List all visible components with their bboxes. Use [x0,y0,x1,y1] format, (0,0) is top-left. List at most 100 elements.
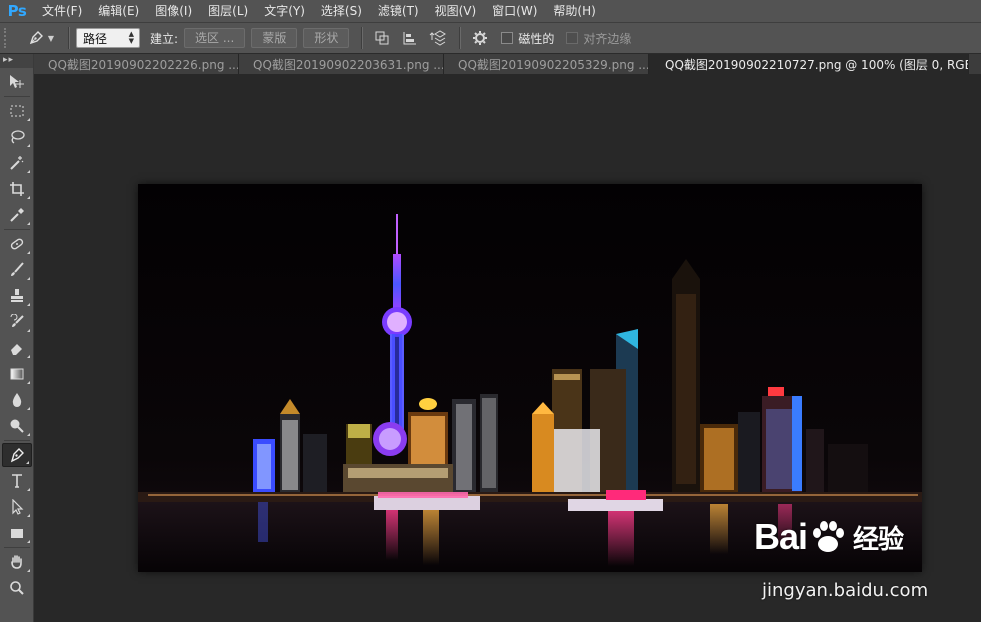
crop-tool[interactable] [2,177,32,201]
make-shape-button[interactable]: 形状 [303,28,350,48]
submenu-indicator [26,407,30,410]
history-brush-tool[interactable] [2,310,32,334]
gradient-tool[interactable] [2,362,32,386]
marquee-tool[interactable] [2,99,32,123]
submenu-indicator [26,381,30,384]
submenu-indicator [26,170,30,173]
tab-title: QQ截图20190902205329.png ... [458,57,649,72]
magic-wand-tool[interactable] [2,151,32,175]
marquee-icon [10,105,23,117]
collapse-panel-button[interactable]: ▸▸ [0,54,33,68]
menu-bar: Ps 文件(F) 编辑(E) 图像(I) 图层(L) 文字(Y) 选择(S) 滤… [0,0,981,22]
healing-brush-tool[interactable] [2,232,32,256]
magnetic-checkbox[interactable] [501,32,514,44]
pen-icon [29,31,43,45]
settings-button[interactable] [467,26,493,50]
document-tab[interactable]: QQ截图20190902202226.png ... × [34,54,239,74]
watermark-cn-text: 经验 [853,523,904,554]
document-tab[interactable]: QQ截图20190902205329.png ... × [444,54,649,74]
pen-mode-select[interactable]: 路径 ▲ ▼ [76,28,140,48]
move-tool[interactable] [2,70,32,94]
divider [3,96,30,97]
divider [3,229,30,230]
dodge-tool[interactable] [2,414,32,438]
divider [361,27,364,49]
watermark-logo-text: Bai [754,516,808,557]
menu-view[interactable]: 视图(V) [427,0,485,22]
options-bar: ▼ 路径 ▲ ▼ 建立: 选区 ... 蒙版 形状 磁性的 对齐边缘 [0,22,981,54]
submenu-indicator [26,222,30,225]
tools-panel: ▸▸ [0,54,34,622]
eyedropper-tool[interactable] [2,203,32,227]
submenu-indicator [26,329,30,332]
submenu-indicator [26,118,30,121]
tab-title: QQ截图20190902202226.png ... [48,57,239,72]
submenu-indicator [26,488,30,491]
updown-arrows-icon: ▲ ▼ [128,30,134,45]
menu-file[interactable]: 文件(F) [34,0,90,22]
document-canvas[interactable] [138,184,922,572]
divider [3,547,30,548]
path-alignment-button[interactable] [397,26,423,50]
submenu-indicator [26,355,30,358]
menu-layer[interactable]: 图层(L) [200,0,256,22]
make-selection-button[interactable]: 选区 ... [184,28,246,48]
make-mask-button[interactable]: 蒙版 [251,28,298,48]
document-tab[interactable]: QQ截图20190902203631.png ... × [239,54,444,74]
pen-icon [10,448,24,463]
submenu-indicator [26,540,30,543]
menu-type[interactable]: 文字(Y) [256,0,313,22]
photoshop-logo: Ps [7,2,27,20]
zoom-tool[interactable] [2,576,32,600]
menu-edit[interactable]: 编辑(E) [90,0,147,22]
submenu-indicator [26,251,30,254]
dodge-icon [10,419,24,433]
blur-tool[interactable] [2,388,32,412]
submenu-indicator [26,514,30,517]
options-bar-grip[interactable] [4,28,12,48]
align-edges-label: 对齐边缘 [583,31,632,46]
path-arrangement-button[interactable] [425,26,451,50]
eyedropper-icon [9,208,24,222]
hand-icon [10,555,22,569]
clone-stamp-tool[interactable] [2,284,32,308]
gear-icon [473,31,488,45]
baidu-logo: Bai 经验 [754,516,904,558]
skyline-photo [138,184,922,572]
menu-window[interactable]: 窗口(W) [484,0,545,22]
rectangle-tool[interactable] [2,521,32,545]
path-operations-button[interactable] [369,26,395,50]
type-icon [11,474,22,488]
path-selection-tool[interactable] [2,495,32,519]
path-arrangement-icon [429,30,447,46]
paw-icon [813,521,845,552]
stamp-icon [10,289,23,302]
menu-select[interactable]: 选择(S) [313,0,370,22]
divider [459,27,462,49]
document-tab-active[interactable]: QQ截图20190902210727.png @ 100% (图层 0, RGB… [649,54,969,74]
rectangle-icon [10,529,23,538]
drop-icon [12,393,21,407]
menu-filter[interactable]: 滤镜(T) [370,0,427,22]
type-tool[interactable] [2,469,32,493]
magnetic-label: 磁性的 [518,31,555,46]
pen-mode-value: 路径 [83,31,108,46]
build-label: 建立: [150,31,179,46]
tool-preset-picker[interactable]: ▼ [20,26,62,50]
menu-help[interactable]: 帮助(H) [545,0,603,22]
hand-tool[interactable] [2,550,32,574]
history-brush-icon [10,314,24,327]
magic-wand-icon [9,156,23,170]
submenu-indicator [26,144,30,147]
menu-image[interactable]: 图像(I) [147,0,200,22]
submenu-indicator [26,196,30,199]
brush-tool[interactable] [2,258,32,282]
move-icon [9,75,24,88]
pen-tool[interactable] [1,443,32,467]
eraser-tool[interactable] [2,336,32,360]
divider [3,440,30,441]
path-alignment-icon [403,32,417,45]
lasso-tool[interactable] [2,125,32,149]
submenu-indicator [26,277,30,280]
align-edges-checkbox[interactable] [566,32,579,44]
